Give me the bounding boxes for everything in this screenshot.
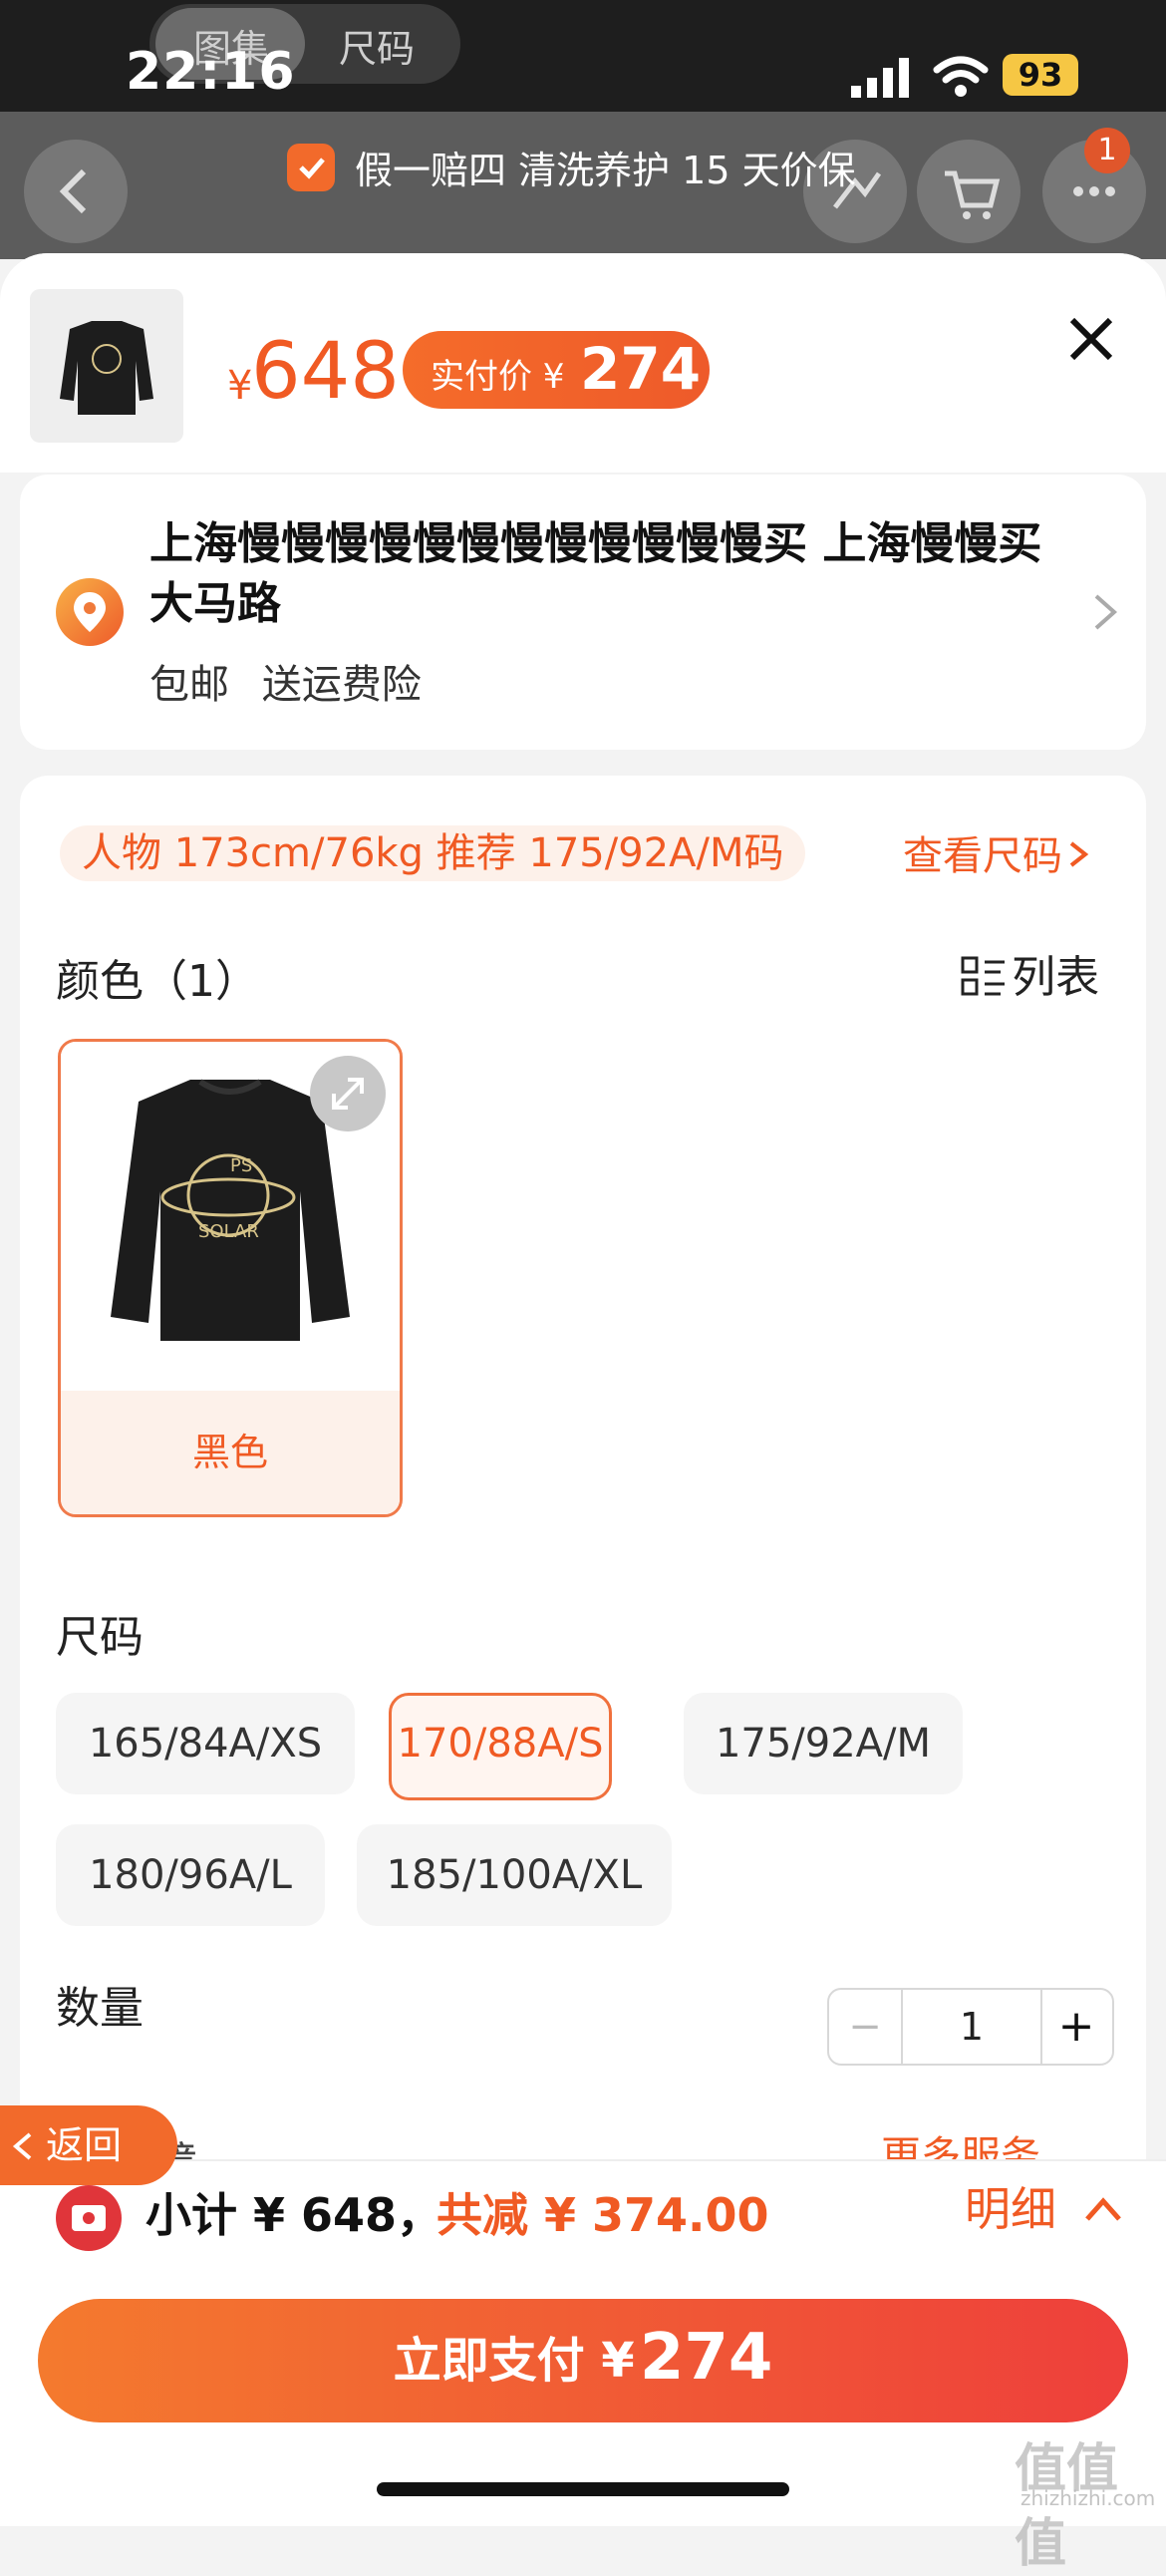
quantity-stepper: − 1 +: [827, 1988, 1114, 2066]
product-thumbnail[interactable]: [30, 289, 183, 443]
chevron-left-icon: [12, 2132, 32, 2160]
color-option-black[interactable]: PS SOLAR 黑色: [58, 1039, 403, 1517]
tab-size[interactable]: 尺码: [339, 18, 415, 73]
coupon-icon: [56, 2185, 122, 2251]
price-detail-toggle[interactable]: 明细: [965, 2173, 1125, 2239]
swatch-image: PS SOLAR: [61, 1042, 400, 1391]
notification-badge: 1: [1084, 128, 1130, 173]
location-pin-icon: [56, 578, 124, 646]
paid-price-value: 274: [580, 335, 702, 403]
shipping-insurance-label: 送运费险: [261, 662, 422, 708]
return-button[interactable]: 返回: [0, 2105, 177, 2185]
shield-check-icon: [287, 144, 335, 191]
quantity-input[interactable]: 1: [901, 1990, 1042, 2064]
chevron-up-icon: [1084, 2197, 1121, 2221]
quantity-decrease-button[interactable]: −: [829, 1990, 901, 2064]
chevron-right-icon: [1094, 594, 1118, 630]
color-label: 颜色（1）: [56, 956, 259, 1007]
wifi-icon: [933, 56, 989, 97]
svg-text:SOLAR: SOLAR: [198, 1221, 259, 1242]
chevron-right-icon: [1069, 841, 1089, 867]
size-option[interactable]: 165/84A/XS: [56, 1693, 355, 1794]
list-icon: [961, 956, 1005, 996]
cart-button[interactable]: [917, 140, 1020, 243]
close-icon: [1069, 317, 1113, 361]
size-option[interactable]: 185/100A/XL: [357, 1824, 672, 1926]
pay-now-amount: 274: [639, 2321, 773, 2395]
view-size-chart-link[interactable]: 查看尺码: [903, 823, 1091, 881]
close-button[interactable]: [1066, 313, 1116, 378]
svg-text:PS: PS: [230, 1155, 252, 1176]
watermark-url: zhizhizhi.com: [1020, 2486, 1156, 2510]
color-option-label: 黑色: [61, 1391, 400, 1514]
list-view-toggle[interactable]: 列表: [961, 941, 1099, 1005]
view-size-chart-label: 查看尺码: [903, 833, 1062, 879]
price-currency: ¥: [227, 363, 253, 409]
guarantee-text: 假一赔四 清洗养护 15 天价保: [355, 149, 856, 192]
paid-price-label: 实付价 ¥: [431, 357, 565, 397]
product-price: 648: [251, 327, 400, 417]
pay-now-button[interactable]: 立即支付 ¥ 274: [38, 2299, 1128, 2422]
sweatshirt-image: [60, 321, 153, 415]
total-discount: 共减 ¥ 374.00: [437, 2188, 769, 2242]
size-option-selected[interactable]: 170/88A/S: [389, 1693, 612, 1800]
shipping-info: 包邮 送运费险: [149, 652, 422, 710]
paid-price-pill: 实付价 ¥ 274: [403, 331, 710, 409]
expand-image-button[interactable]: [310, 1056, 386, 1131]
size-option[interactable]: 180/96A/L: [56, 1824, 325, 1926]
home-indicator: [377, 2482, 789, 2496]
pay-now-label: 立即支付 ¥: [393, 2333, 635, 2389]
address-card[interactable]: 上海慢慢慢慢慢慢慢慢慢慢慢慢买 上海慢慢买大马路 包邮 送运费险: [20, 475, 1146, 750]
battery-level: 93: [1003, 54, 1078, 96]
size-label: 尺码: [56, 1612, 144, 1663]
list-label: 列表: [1012, 952, 1100, 1003]
subtotal: 小计 ¥ 648，: [146, 2188, 443, 2242]
status-time: 22:16: [126, 42, 296, 102]
size-option[interactable]: 175/92A/M: [684, 1693, 963, 1794]
back-nav-button[interactable]: [24, 140, 128, 243]
chevron-left-icon: [59, 168, 87, 214]
signal-icon: [851, 58, 909, 98]
size-recommendation: 人物 173cm/76kg 推荐 175/92A/M码: [60, 825, 806, 881]
return-label: 返回: [46, 2123, 123, 2167]
quantity-increase-button[interactable]: +: [1040, 1990, 1112, 2064]
quantity-label: 数量: [56, 1983, 144, 2034]
delivery-address: 上海慢慢慢慢慢慢慢慢慢慢慢慢买 上海慢慢买大马路: [149, 518, 1042, 629]
cart-icon: [945, 170, 1001, 219]
expand-icon: [332, 1078, 364, 1110]
price-detail-label: 明细: [965, 2182, 1056, 2236]
free-shipping-label: 包邮: [149, 662, 229, 708]
